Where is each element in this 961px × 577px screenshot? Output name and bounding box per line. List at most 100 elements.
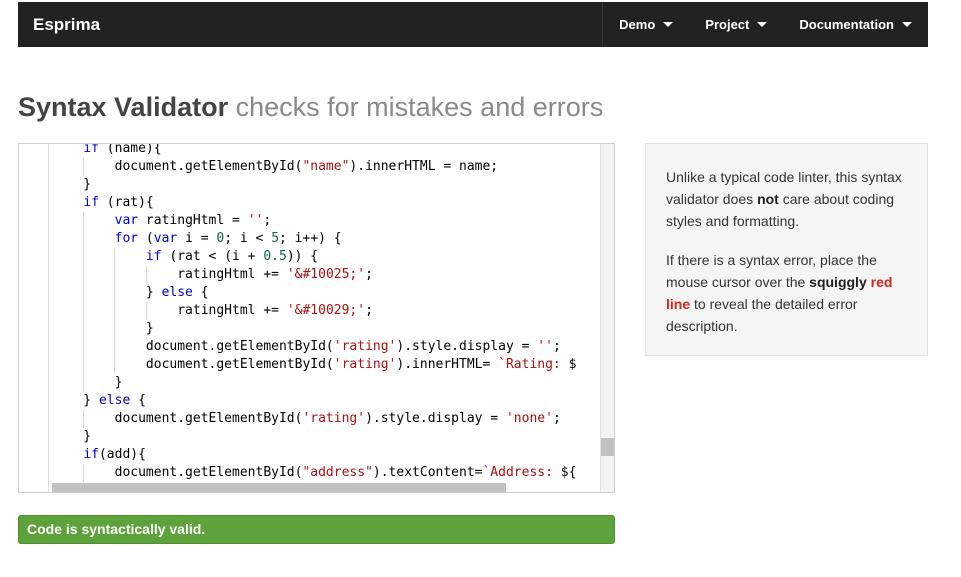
code-line: 321 document.getElementById('rating').st… [49,338,576,356]
code-token: document.getElementById( [52,159,303,174]
code-lines: 310 if (name){311 document.getElementByI… [49,144,576,492]
code-token: 'none' [505,411,553,426]
indent-guide [83,464,85,482]
code-line: 326 } [49,428,576,446]
validation-status-text: Code is syntactically valid. [27,521,206,537]
info-paragraph-error: If there is a syntax error, place the mo… [666,249,907,337]
code-token: 'rating' [333,357,397,372]
code-token: `Address: [482,465,561,480]
code-token: (rat){ [98,195,154,210]
indent-guide [114,302,116,320]
vertical-scrollbar[interactable] [600,144,614,492]
code-token: } [52,321,154,336]
code-token: (add){ [98,447,146,462]
code-area[interactable]: 310 if (name){311 document.getElementByI… [49,144,600,492]
code-token: ; i < [224,231,272,246]
nav-documentation-dropdown[interactable]: Documentation [783,2,928,47]
code-text: ratingHtml += '&#10029;'; [49,303,373,318]
code-token: } [52,393,99,408]
code-token: "address" [302,465,373,480]
code-text: } else { [49,285,209,300]
code-token: '&#10025;' [286,267,366,282]
caret-down-icon [663,22,674,27]
code-token: 'rating' [333,339,397,354]
code-text: if (rat < (i + 0.5)) { [49,249,318,264]
caret-down-icon [902,22,912,27]
code-token: if [83,447,99,462]
indent-guide [83,284,85,302]
info-paragraph-linter: Unlike a typical code linter, this synta… [666,166,907,232]
indent-guide [145,302,147,320]
code-token: ).style.display = [396,339,538,354]
code-text: document.getElementById('rating').style.… [49,339,561,354]
code-token: } [52,177,92,192]
code-token: if [83,144,99,156]
code-text: ratingHtml += '&#10025;'; [49,267,373,282]
code-token: else [98,393,131,408]
page-title-subtitle: checks for mistakes and errors [235,92,604,122]
code-text: if (rat){ [49,195,154,210]
code-line: 315 for (var i = 0; i < 5; i++) { [49,230,576,248]
indent-guide [83,248,85,266]
code-token: )) { [286,249,319,264]
horizontal-scrollbar-thumb[interactable] [52,483,506,492]
code-token: } [52,285,162,300]
code-token: if [83,195,99,210]
code-text: } [49,429,91,444]
code-token: (name){ [98,144,162,156]
code-text: document.getElementById("address").textC… [49,465,577,480]
horizontal-scrollbar[interactable] [49,483,600,492]
code-token: { [130,393,146,408]
nav-demo-dropdown[interactable]: Demo [603,2,689,47]
code-token: else [161,285,193,300]
code-line: 312 } [49,176,576,194]
brand-logo-text[interactable]: Esprima [33,2,100,47]
caret-down-icon [757,22,768,27]
indent-guide [83,302,85,320]
nav-menu: Demo Project Documentation [602,2,928,47]
info-text: to reveal the detailed error description… [666,296,858,334]
code-line: 322 document.getElementById('rating').in… [49,356,576,374]
code-line: 311 document.getElementById("name").inne… [49,158,576,176]
code-text: document.getElementById("name").innerHTM… [49,159,499,174]
code-token: if [145,249,162,264]
code-token: '' [537,339,553,354]
code-token: document.getElementById( [52,339,334,354]
code-text: document.getElementById('rating').style.… [49,411,561,426]
code-text: } [49,321,154,336]
code-text: if (name){ [49,144,162,156]
indent-guide [114,320,116,338]
code-line: 318 } else { [49,284,576,302]
validation-status-bar: Code is syntactically valid. [18,515,615,544]
code-token: '' [247,213,264,228]
code-line: 316 if (rat < (i + 0.5)) { [49,248,576,266]
code-token: } [52,375,123,390]
code-token: i = [177,231,217,246]
code-token: "name" [302,159,350,174]
code-token: 'rating' [302,411,366,426]
vertical-scrollbar-thumb[interactable] [601,438,614,456]
code-token: 0.5 [263,249,287,264]
code-token: $ [568,357,577,372]
indent-guide [114,266,116,284]
indent-guide [83,374,85,392]
code-token: ).innerHTML= [396,357,499,372]
indent-guide [83,356,85,374]
line-number-gutter [19,144,49,492]
code-token: document.getElementById( [52,357,334,372]
indent-guide [114,284,116,302]
code-token: document.getElementById( [52,465,303,480]
indent-guide [83,230,85,248]
code-token: ; i++) { [279,231,342,246]
code-text: document.getElementById('rating').innerH… [49,357,577,372]
code-line: 310 if (name){ [49,144,576,158]
indent-guide [83,266,85,284]
code-text: for (var i = 0; i < 5; i++) { [49,231,342,246]
nav-project-dropdown[interactable]: Project [689,2,783,47]
code-line: 314 var ratingHtml = ''; [49,212,576,230]
indent-guide [83,212,85,230]
code-editor[interactable]: 310 if (name){311 document.getElementByI… [18,143,615,493]
